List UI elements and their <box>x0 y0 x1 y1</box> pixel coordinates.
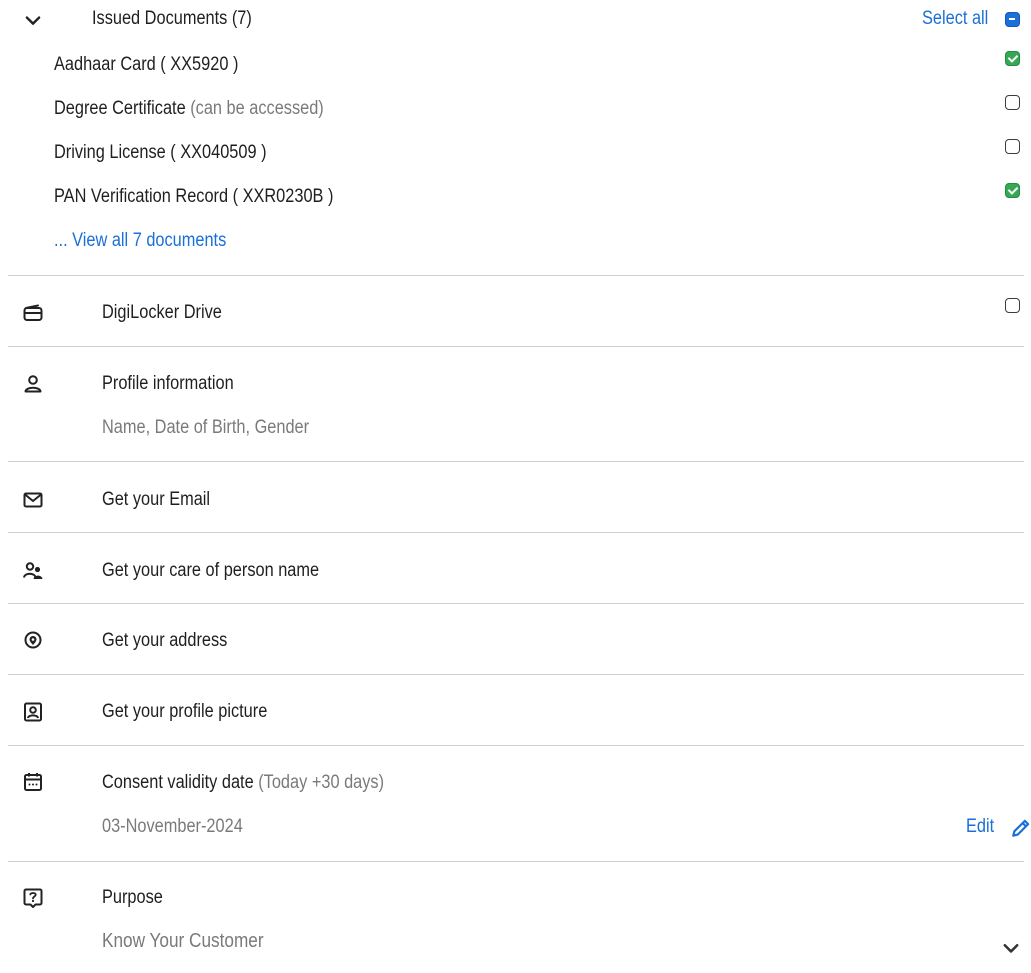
get-care-of-person-label: Get your care of person name <box>102 560 320 581</box>
get-profile-picture-label: Get your profile picture <box>102 701 268 722</box>
select-all-checkbox[interactable] <box>1005 12 1020 27</box>
location-icon <box>22 630 44 652</box>
purpose-label: Purpose <box>102 887 163 908</box>
driving-license-checkbox[interactable] <box>1005 139 1020 154</box>
divider <box>8 532 1024 533</box>
pencil-icon <box>1010 817 1030 837</box>
question-icon <box>22 887 44 909</box>
digilocker-drive-label: DigiLocker Drive <box>102 302 222 323</box>
get-address-label: Get your address <box>102 630 228 651</box>
divider <box>8 745 1024 746</box>
profile-information-detail: Name, Date of Birth, Gender <box>102 417 310 438</box>
divider <box>8 346 1024 347</box>
purpose-selected-value: Know Your Customer <box>102 930 264 952</box>
pan-checkbox[interactable] <box>1005 183 1020 198</box>
consent-validity-note: (Today +30 days) <box>258 772 385 793</box>
calendar-icon <box>22 771 44 793</box>
view-all-documents-link[interactable]: ... View all 7 documents <box>54 229 226 253</box>
document-item-pan[interactable]: PAN Verification Record ( XXR0230B ) <box>54 185 333 209</box>
edit-consent-button[interactable]: Edit <box>966 815 1030 841</box>
id-portrait-icon <box>22 701 44 723</box>
degree-checkbox[interactable] <box>1005 95 1020 110</box>
mail-icon <box>22 489 44 511</box>
document-item-degree[interactable]: Degree Certificate (can be accessed) <box>54 97 324 121</box>
digilocker-drive-checkbox[interactable] <box>1005 298 1020 313</box>
consent-validity-label: Consent validity date (Today +30 days) <box>102 771 384 795</box>
edit-label: Edit <box>966 816 995 837</box>
document-item-aadhaar[interactable]: Aadhaar Card ( XX5920 ) <box>54 53 238 77</box>
get-email-label: Get your Email <box>102 489 211 510</box>
document-name: PAN Verification Record ( XXR0230B ) <box>54 186 334 207</box>
consent-validity-date: 03-November-2024 <box>102 816 243 837</box>
document-note: (can be accessed) <box>190 98 324 119</box>
wallet-icon <box>22 302 44 324</box>
consent-validity-title: Consent validity date <box>102 772 254 793</box>
document-name: Driving License ( XX040509 ) <box>54 142 267 163</box>
issued-documents-title[interactable]: Issued Documents (7) <box>92 7 252 31</box>
profile-information-label: Profile information <box>102 373 234 394</box>
chevron-down-icon <box>1000 937 1019 953</box>
user-icon <box>22 373 44 395</box>
chevron-down-icon[interactable] <box>22 9 41 27</box>
divider <box>8 861 1024 862</box>
select-all-link[interactable]: Select all <box>922 7 988 31</box>
document-item-driving-license[interactable]: Driving License ( XX040509 ) <box>54 141 267 165</box>
document-name: Degree Certificate <box>54 98 186 119</box>
aadhaar-checkbox[interactable] <box>1005 51 1020 66</box>
divider <box>8 674 1024 675</box>
document-name: Aadhaar Card ( XX5920 ) <box>54 54 239 75</box>
purpose-select[interactable]: Know Your Customer <box>102 927 1028 957</box>
users-icon <box>22 560 44 582</box>
divider <box>8 461 1024 462</box>
divider <box>8 603 1024 604</box>
divider <box>8 275 1024 276</box>
